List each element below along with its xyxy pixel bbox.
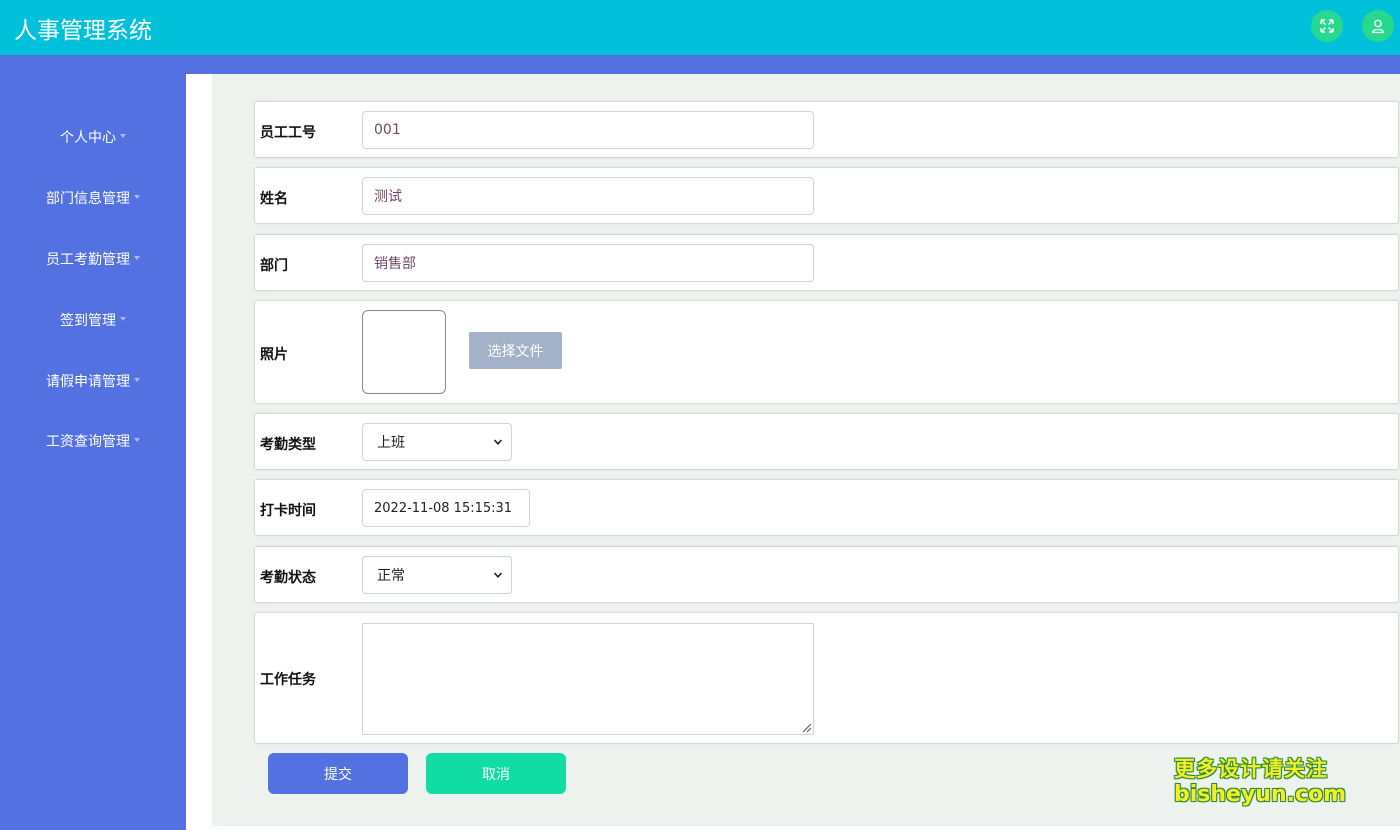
chevron-down-icon [493, 572, 503, 578]
sidebar-item-salary[interactable]: 工资查询管理 [0, 411, 186, 472]
attendance-status-label: 考勤状态 [260, 570, 316, 586]
attendance-type-value: 上班 [377, 435, 405, 451]
employee-id-input[interactable]: 001 [362, 111, 814, 149]
resize-grip-icon[interactable] [800, 721, 812, 733]
sidebar-item-label: 部门信息管理 [46, 191, 130, 208]
name-input[interactable]: 测试 [362, 177, 814, 215]
user-icon [1371, 19, 1385, 34]
main-content: 员工工号 001 姓名 测试 部门 销售部 照片 选择文件 考勤类型 上班 打卡… [186, 74, 1400, 830]
form-row-photo: 照片 选择文件 [254, 300, 1399, 404]
clock-time-label: 打卡时间 [260, 503, 316, 519]
department-input[interactable]: 销售部 [362, 244, 814, 282]
department-label: 部门 [260, 258, 288, 274]
task-textarea[interactable] [362, 623, 814, 735]
form-row-attendance-type: 考勤类型 上班 [254, 413, 1399, 470]
form-row-name: 姓名 测试 [254, 167, 1399, 224]
sidebar-item-label: 个人中心 [60, 130, 116, 147]
form-panel: 员工工号 001 姓名 测试 部门 销售部 照片 选择文件 考勤类型 上班 打卡… [212, 74, 1400, 826]
sidebar-item-personal-center[interactable]: 个人中心 [0, 107, 186, 168]
form-row-task: 工作任务 [254, 612, 1399, 744]
user-button[interactable] [1362, 10, 1394, 42]
chevron-down-icon [493, 439, 503, 445]
choose-file-button[interactable]: 选择文件 [469, 332, 562, 369]
watermark-line-2: bisheyun.com [1174, 782, 1347, 807]
sidebar-item-label: 员工考勤管理 [46, 251, 130, 268]
name-label: 姓名 [260, 191, 288, 207]
form-row-employee-id: 员工工号 001 [254, 101, 1399, 158]
caret-down-icon [134, 438, 140, 443]
caret-down-icon [134, 255, 140, 260]
fullscreen-button[interactable] [1311, 10, 1343, 42]
sidebar-item-checkin[interactable]: 签到管理 [0, 289, 186, 350]
header-band [0, 55, 1400, 74]
clock-time-input[interactable]: 2022-11-08 15:15:31 [362, 489, 530, 527]
sidebar-item-department[interactable]: 部门信息管理 [0, 168, 186, 229]
task-label: 工作任务 [260, 672, 316, 688]
form-row-attendance-status: 考勤状态 正常 [254, 546, 1399, 603]
sidebar-menu: 个人中心 部门信息管理 员工考勤管理 签到管理 请假申请管理 工资查询管理 [0, 74, 186, 472]
attendance-status-value: 正常 [377, 568, 405, 584]
form-row-clock-time: 打卡时间 2022-11-08 15:15:31 [254, 479, 1399, 536]
sidebar: 个人中心 部门信息管理 员工考勤管理 签到管理 请假申请管理 工资查询管理 [0, 74, 186, 830]
expand-icon [1320, 19, 1334, 33]
form-row-department: 部门 销售部 [254, 234, 1399, 291]
caret-down-icon [120, 134, 126, 139]
sidebar-item-label: 签到管理 [60, 312, 116, 329]
attendance-status-select[interactable]: 正常 [362, 556, 512, 594]
photo-label: 照片 [260, 347, 288, 363]
attendance-type-label: 考勤类型 [260, 437, 316, 453]
watermark-line-1: 更多设计请关注 [1174, 757, 1328, 781]
sidebar-item-label: 请假申请管理 [46, 373, 130, 390]
cancel-button[interactable]: 取消 [426, 753, 566, 794]
caret-down-icon [134, 377, 140, 382]
sidebar-item-leave[interactable]: 请假申请管理 [0, 350, 186, 411]
caret-down-icon [134, 195, 140, 200]
sidebar-item-attendance[interactable]: 员工考勤管理 [0, 229, 186, 290]
app-title: 人事管理系统 [14, 18, 152, 44]
top-header: 人事管理系统 [0, 0, 1400, 55]
sidebar-item-label: 工资查询管理 [46, 434, 130, 451]
employee-id-label: 员工工号 [260, 125, 316, 141]
submit-button[interactable]: 提交 [268, 753, 408, 794]
caret-down-icon [120, 316, 126, 321]
attendance-type-select[interactable]: 上班 [362, 423, 512, 461]
photo-preview [362, 310, 446, 394]
